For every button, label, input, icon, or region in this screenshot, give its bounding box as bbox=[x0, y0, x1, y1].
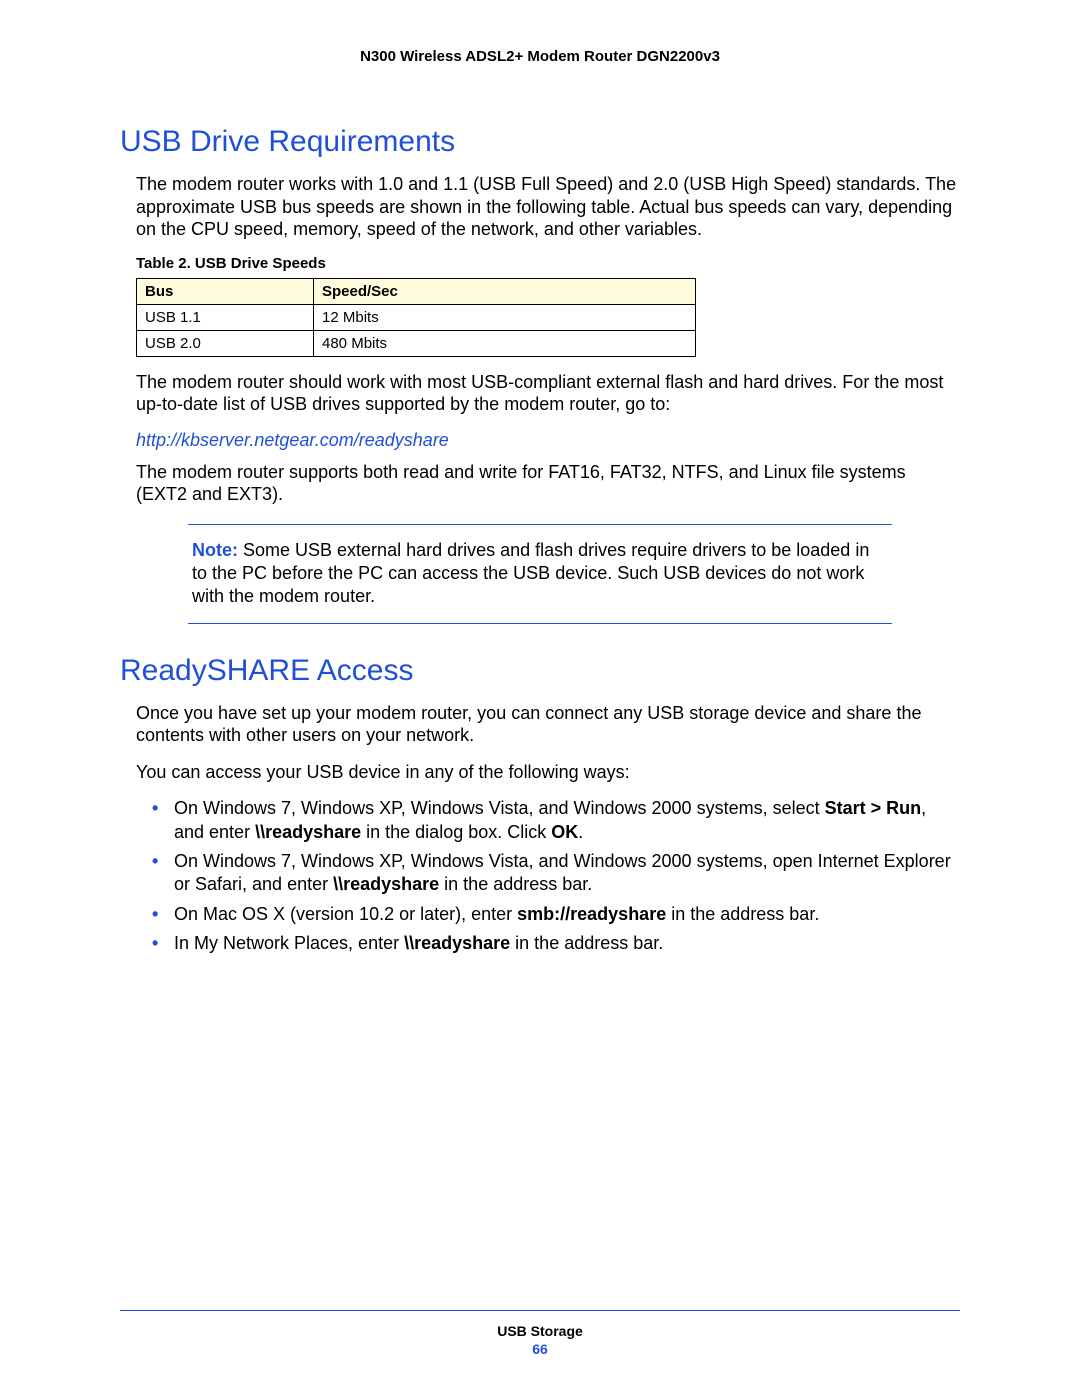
table-header-row: Bus Speed/Sec bbox=[137, 278, 696, 304]
page-footer: USB Storage 66 bbox=[120, 1310, 960, 1357]
heading-usb-drive-requirements: USB Drive Requirements bbox=[120, 125, 960, 159]
table-row: USB 1.1 12 Mbits bbox=[137, 304, 696, 330]
heading-readyshare-access: ReadySHARE Access bbox=[120, 654, 960, 688]
note-label: Note: bbox=[192, 540, 238, 560]
footer-title: USB Storage bbox=[120, 1323, 960, 1339]
paragraph: Once you have set up your modem router, … bbox=[136, 702, 960, 747]
table-cell: USB 1.1 bbox=[137, 304, 314, 330]
note-block: Note: Some USB external hard drives and … bbox=[188, 524, 892, 624]
table-cell: 480 Mbits bbox=[314, 330, 696, 356]
document-header: N300 Wireless ADSL2+ Modem Router DGN220… bbox=[120, 48, 960, 65]
list-item: On Windows 7, Windows XP, Windows Vista,… bbox=[150, 850, 960, 897]
bullet-list: On Windows 7, Windows XP, Windows Vista,… bbox=[150, 797, 960, 955]
readyshare-link[interactable]: http://kbserver.netgear.com/readyshare bbox=[136, 430, 960, 451]
list-item: In My Network Places, enter \\readyshare… bbox=[150, 932, 960, 955]
page-content: N300 Wireless ADSL2+ Modem Router DGN220… bbox=[0, 0, 1080, 956]
table-caption: Table 2. USB Drive Speeds bbox=[136, 255, 960, 272]
table-row: USB 2.0 480 Mbits bbox=[137, 330, 696, 356]
paragraph: The modem router supports both read and … bbox=[136, 461, 960, 506]
note-text: Some USB external hard drives and flash … bbox=[192, 540, 869, 607]
table-cell: 12 Mbits bbox=[314, 304, 696, 330]
page-number: 66 bbox=[120, 1341, 960, 1357]
paragraph: The modem router should work with most U… bbox=[136, 371, 960, 416]
list-item: On Mac OS X (version 10.2 or later), ent… bbox=[150, 903, 960, 926]
paragraph: You can access your USB device in any of… bbox=[136, 761, 960, 784]
table-header: Bus bbox=[137, 278, 314, 304]
paragraph: The modem router works with 1.0 and 1.1 … bbox=[136, 173, 960, 241]
table-header: Speed/Sec bbox=[314, 278, 696, 304]
usb-speeds-table: Bus Speed/Sec USB 1.1 12 Mbits USB 2.0 4… bbox=[136, 278, 696, 357]
list-item: On Windows 7, Windows XP, Windows Vista,… bbox=[150, 797, 960, 844]
table-cell: USB 2.0 bbox=[137, 330, 314, 356]
